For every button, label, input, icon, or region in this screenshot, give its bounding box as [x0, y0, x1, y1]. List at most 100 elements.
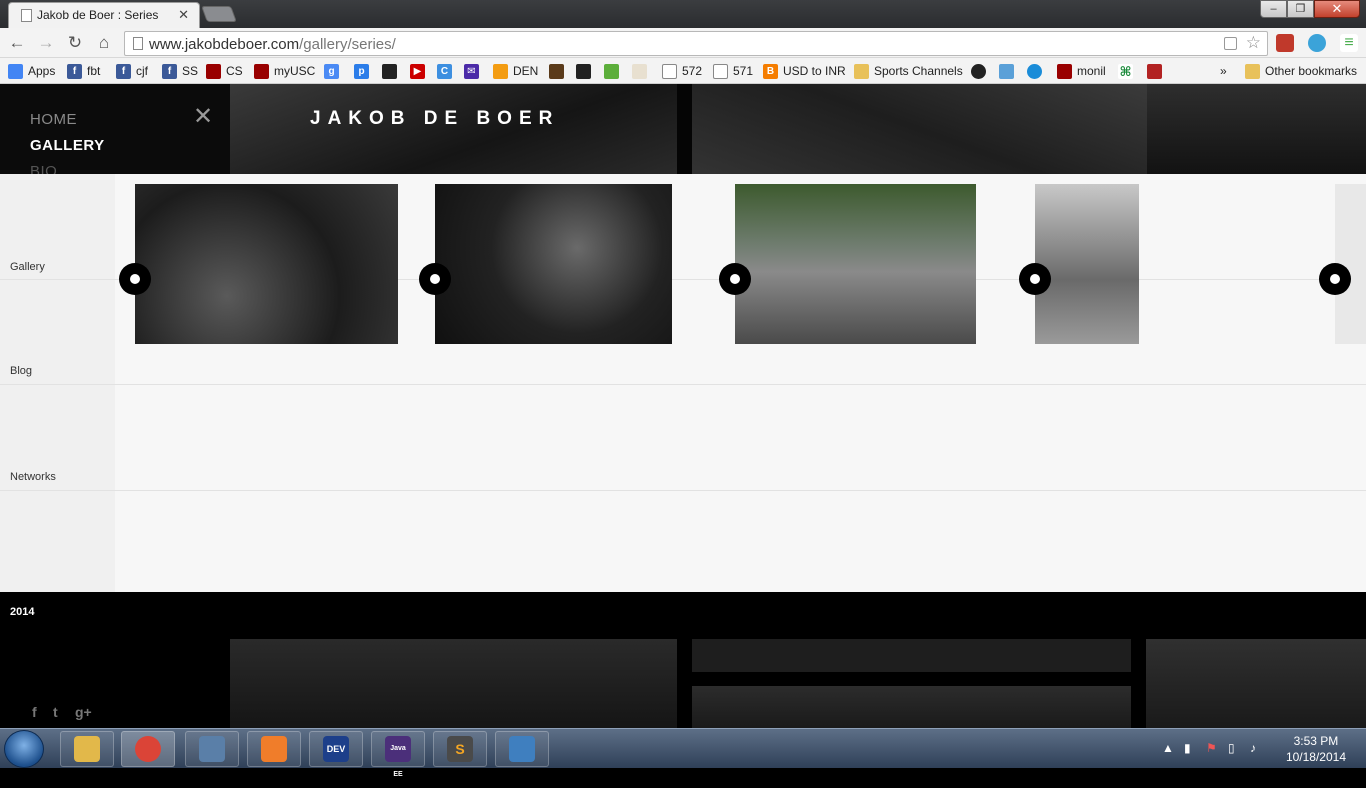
tab-title: Jakob de Boer : Series: [37, 8, 159, 22]
bookmark-wp[interactable]: [1147, 62, 1167, 80]
back-icon[interactable]: ←: [6, 32, 28, 54]
header-photo: [1147, 84, 1366, 174]
bookmark-571[interactable]: 571: [713, 62, 753, 80]
browser-toolbar: ← → ↻ ⌂ www.jakobdeboer.com/gallery/seri…: [0, 28, 1366, 58]
new-tab-button[interactable]: [201, 6, 237, 22]
bookmark-572[interactable]: 572: [662, 62, 702, 80]
other-bookmarks[interactable]: Other bookmarks: [1245, 62, 1357, 80]
forward-icon[interactable]: →: [35, 32, 57, 54]
menu-gallery[interactable]: GALLERY: [30, 137, 105, 154]
bookmark-c2[interactable]: C: [437, 62, 457, 80]
taskbar: DEV Java EE S ▲ ▮ ⚑ ▯ ♪ 3:53 PM 10/18/20…: [0, 728, 1366, 778]
minimize-button[interactable]: –: [1260, 0, 1287, 18]
timeline-dot[interactable]: [719, 263, 751, 295]
extension-globe-icon[interactable]: [1308, 34, 1326, 52]
bookmark-tv[interactable]: [576, 62, 596, 80]
tray-expand-icon[interactable]: ▲: [1162, 741, 1174, 755]
reload-icon[interactable]: ↻: [64, 32, 86, 54]
bookmark-maps[interactable]: [632, 62, 652, 80]
volume-icon[interactable]: ♪: [1250, 741, 1256, 755]
folder-icon: [854, 63, 869, 79]
apps-icon: [8, 63, 23, 79]
bookmark-green2[interactable]: ⌘: [1118, 62, 1138, 80]
timeline-dot[interactable]: [119, 263, 151, 295]
timeline-dot[interactable]: [419, 263, 451, 295]
gallery-photo-shouting-man[interactable]: [735, 184, 976, 344]
action-center-icon[interactable]: ⚑: [1206, 741, 1217, 755]
extension-mask-icon[interactable]: [1276, 34, 1294, 52]
taskbar-sublime[interactable]: S: [433, 731, 487, 767]
bookmark-mail[interactable]: ✉: [464, 62, 484, 80]
home-icon[interactable]: ⌂: [93, 32, 115, 54]
bookmark-green[interactable]: [604, 62, 624, 80]
bookmark-star-icon[interactable]: ☆: [1246, 33, 1261, 53]
clock[interactable]: 3:53 PM 10/18/2014: [1286, 733, 1346, 765]
bookmark-att[interactable]: [1027, 62, 1047, 80]
footer-photo: [692, 639, 1131, 672]
menu-bio[interactable]: BIO: [30, 163, 57, 174]
section-gallery[interactable]: Gallery: [10, 261, 45, 273]
section-blog[interactable]: Blog: [10, 365, 32, 377]
bookmark-youtube[interactable]: ▶: [410, 62, 430, 80]
bookmark-fbt[interactable]: f fbt: [67, 62, 100, 80]
header-divider: [677, 84, 692, 174]
taskbar-javaee-ide[interactable]: Java EE: [371, 731, 425, 778]
bookmark-cs[interactable]: CS: [206, 62, 243, 80]
bookmark-myusc[interactable]: myUSC: [254, 62, 315, 80]
address-bar[interactable]: www.jakobdeboer.com/gallery/series/ ☆: [124, 31, 1268, 56]
bookmark-sports-channels[interactable]: Sports Channels: [854, 62, 963, 80]
section-sidebar: Gallery Blog Networks: [0, 174, 115, 592]
taskbar-explorer[interactable]: [60, 731, 114, 767]
timeline-dot[interactable]: [1319, 263, 1351, 295]
bookmark-museum[interactable]: [549, 62, 569, 80]
taskbar-devcpp[interactable]: DEV: [309, 731, 363, 767]
browser-tab[interactable]: Jakob de Boer : Series ✕: [8, 2, 200, 28]
footer: 2014 f t g+: [0, 592, 1366, 728]
taskbar-xampp[interactable]: [247, 731, 301, 767]
bookmark-usd-to-inr[interactable]: B USD to INR: [763, 62, 846, 80]
command-icon: ⌘: [1118, 63, 1133, 79]
timeline-dot[interactable]: [1019, 263, 1051, 295]
bookmark-google[interactable]: g: [324, 62, 344, 80]
taskbar-notepad[interactable]: [185, 731, 239, 767]
close-window-button[interactable]: ✕: [1314, 0, 1360, 18]
footer-photo: [692, 686, 1131, 728]
bookmark-monil[interactable]: monil: [1057, 62, 1106, 80]
chrome-icon: [135, 736, 161, 762]
maximize-button[interactable]: ❐: [1287, 0, 1314, 18]
bookmark-ss[interactable]: f SS: [162, 62, 198, 80]
bookmark-github[interactable]: [971, 62, 991, 80]
bookmark-cjf[interactable]: f cjf: [116, 62, 148, 80]
bookmark-sketch[interactable]: [999, 62, 1019, 80]
gallery-photo-coffee[interactable]: [135, 184, 398, 344]
divider: [0, 384, 1366, 385]
close-tab-icon[interactable]: ✕: [178, 7, 189, 23]
facebook-icon[interactable]: f: [32, 704, 37, 720]
gallery-photo-street[interactable]: [1035, 184, 1139, 344]
den-icon: [493, 63, 508, 79]
bookmark-apps[interactable]: Apps: [8, 62, 55, 80]
menu-home[interactable]: HOME: [30, 111, 77, 128]
bookmark-c[interactable]: [382, 62, 402, 80]
google-plus-icon[interactable]: g+: [75, 704, 92, 720]
c-icon: C: [437, 63, 452, 79]
bookmark-p[interactable]: p: [354, 62, 374, 80]
java-ide-icon: Java EE: [385, 736, 411, 778]
taskbar-chrome[interactable]: [121, 731, 175, 767]
section-networks[interactable]: Networks: [10, 471, 56, 483]
tv-icon: [576, 63, 591, 79]
bookmarks-overflow[interactable]: »: [1220, 62, 1227, 80]
twitter-icon[interactable]: t: [53, 704, 58, 720]
battery-icon[interactable]: ▯: [1228, 741, 1235, 755]
signal-icon[interactable]: ▮: [1184, 741, 1191, 755]
usc-icon: [254, 63, 269, 79]
site-title[interactable]: JAKOB DE BOER: [310, 108, 559, 130]
close-icon[interactable]: ✕: [193, 102, 213, 131]
page-action-icon[interactable]: [1224, 37, 1237, 50]
start-button[interactable]: [4, 730, 44, 768]
gallery-photo-portrait[interactable]: [435, 184, 672, 344]
system-tray: ▲ ▮ ⚑ ▯ ♪ 3:53 PM 10/18/2014: [1156, 729, 1366, 769]
bookmark-den[interactable]: DEN: [493, 62, 538, 80]
taskbar-paint[interactable]: [495, 731, 549, 767]
menu-icon[interactable]: ≡: [1340, 34, 1358, 52]
